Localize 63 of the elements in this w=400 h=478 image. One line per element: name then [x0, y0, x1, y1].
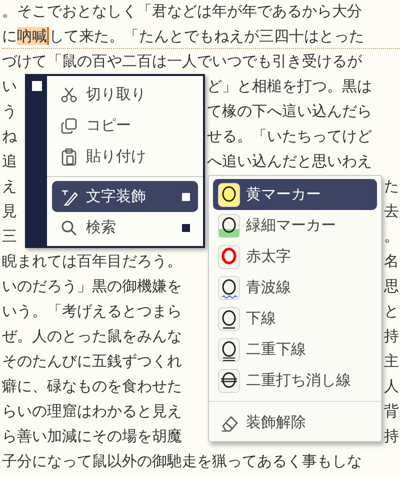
text-line: いう。「考げえるとつまら	[2, 301, 182, 322]
strikethrough-icon	[218, 368, 240, 392]
underline-icon	[218, 306, 240, 330]
square-icon	[32, 81, 42, 91]
clipboard-icon	[60, 148, 78, 166]
menu-item[interactable]: 検索	[52, 212, 198, 243]
text-line: ぜ。人のとった鼠をみんな	[2, 326, 182, 347]
copy-icon	[60, 116, 78, 134]
text-fragment: 思	[384, 276, 400, 297]
menu-item[interactable]: 黄マーカー	[213, 179, 377, 210]
text-line: え	[2, 176, 17, 197]
text-fragment: と	[384, 301, 400, 322]
text-line: ね	[2, 126, 17, 147]
text-line: う	[2, 101, 17, 122]
text-fragment: 持	[384, 326, 400, 347]
text-fragment: 名	[384, 251, 400, 272]
text-line: いのだろう」黒の御機嫌を	[2, 276, 182, 297]
text-line: づけて「鼠の百や二百は一人でいつでも引き受けるが	[2, 51, 362, 72]
text-line: 。そこでおとなしく「君などは年が年であるから大分	[2, 1, 362, 22]
bold-sample-icon	[218, 244, 240, 268]
text-fragment: 背	[384, 401, 400, 422]
text-line: い	[2, 76, 17, 97]
scissors-icon	[60, 86, 78, 104]
wavy-underline-icon	[218, 276, 240, 300]
text-fragment: ど」と相槌を打つ。黒は	[207, 76, 373, 97]
text-fragment: へ追い込んだと思いわえ	[207, 151, 373, 172]
menu-item[interactable]: 下線	[213, 303, 377, 334]
double-underline-icon	[218, 338, 240, 362]
text-fragment: て椽の下へ這い込んだら	[207, 101, 373, 122]
text-line: 追	[2, 151, 17, 172]
text-fragment: 主	[384, 351, 400, 372]
pen-icon	[60, 188, 78, 206]
eraser-icon	[220, 414, 238, 432]
menu-item[interactable]: 二重下線	[213, 334, 377, 365]
menu-item[interactable]: 二重打ち消し線	[213, 365, 377, 396]
text-fragment: た	[384, 176, 400, 197]
text-fragment: して来た。「たんとでもねえが三四十はとった	[49, 27, 364, 45]
text-line: 見	[2, 201, 17, 222]
menu-item[interactable]: 切り取り	[52, 79, 198, 110]
text-line: ら善い加減にその場を胡魔	[2, 426, 182, 447]
menu-item[interactable]: 緑細マーカー	[213, 210, 377, 241]
text-line: 子分になって鼠以外の御馳走を猟ってあるく事もしな	[2, 451, 362, 472]
marker-sample-icon	[218, 214, 240, 238]
text-line: 三	[2, 226, 17, 247]
search-icon	[60, 218, 78, 236]
text-fragment: せる。「いたちってけど	[207, 126, 373, 147]
text-line: らいの理窟はわかると見え	[2, 401, 182, 422]
text-fragment: に	[2, 27, 17, 45]
selected-text: 吶喊	[17, 27, 49, 45]
menu-item[interactable]: 文字装飾	[52, 181, 198, 212]
text-line: そのたんびに五銭ずつくれ	[2, 351, 182, 372]
text-fragment: 。	[384, 226, 400, 247]
menu-item[interactable]: 貼り付け	[52, 141, 198, 172]
text-fragment: 去	[384, 201, 400, 222]
menu-item[interactable]: 青波線	[213, 272, 377, 303]
text-line: 睨まれては百年目だろう。	[2, 251, 182, 272]
text-line: 癖に、碌なものを食わせた	[2, 376, 182, 397]
text-fragment: 持	[384, 426, 400, 447]
menu-item[interactable]: コピー	[52, 110, 198, 141]
marker-sample-icon	[218, 182, 240, 206]
menu-item[interactable]: 装飾解除	[213, 407, 377, 438]
menu-item[interactable]: 赤太字	[213, 241, 377, 272]
text-fragment: 人	[384, 376, 400, 397]
